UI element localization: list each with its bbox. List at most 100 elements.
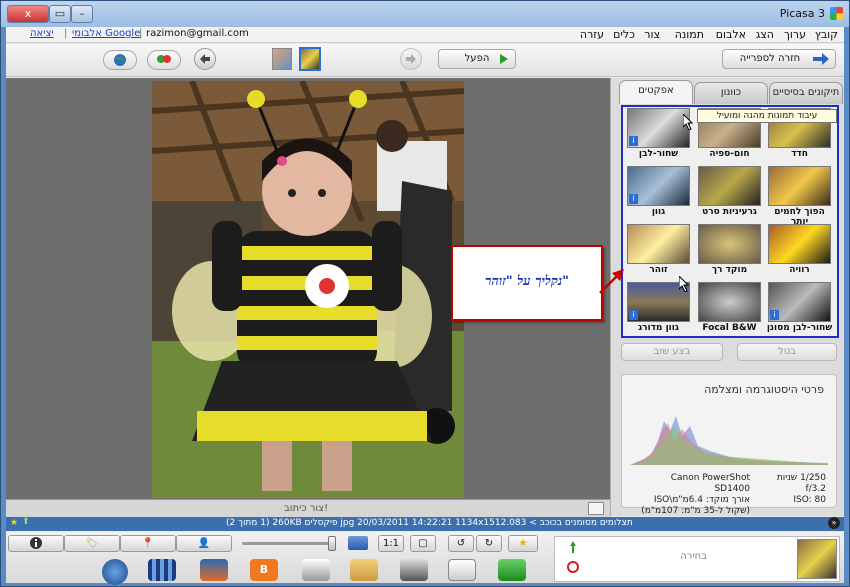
client-area: קובץ ערוך הצג אלבום תמונה צור כלים עזרה … [6, 27, 844, 585]
toolbar: הפעל חזרה לספרייה [6, 44, 844, 77]
thumbnail-size-slider[interactable] [242, 542, 334, 545]
rotate-right-button[interactable]: ↻ [476, 535, 502, 552]
menu-help[interactable]: עזרה [580, 28, 604, 41]
close-window-button[interactable]: x [7, 5, 49, 23]
tab-effects[interactable]: אפקטים [619, 80, 693, 104]
clear-icon[interactable] [567, 561, 579, 573]
upload-icon[interactable] [498, 559, 526, 581]
back-to-library-label: חזרה לספרייה [739, 53, 801, 64]
effect-filtered-bw[interactable]: i שחור-לבן מסונן [766, 281, 833, 337]
back-to-library-button[interactable]: חזרה לספרייה [722, 49, 836, 69]
movie-icon[interactable] [148, 559, 176, 581]
filmstrip-thumb-1[interactable] [272, 48, 292, 70]
person-icon: 👤 [197, 538, 211, 549]
caption-placeholder[interactable]: צור כיתוב! [284, 503, 328, 514]
caption-toggle-button[interactable] [588, 502, 604, 515]
web-albums-link[interactable]: אלבומי Google [72, 28, 140, 39]
callout-arrow-icon [599, 269, 624, 294]
tab-basic-fixes[interactable]: תיקונים בסיסיים [769, 82, 843, 104]
tab-tuning[interactable]: כוונון [694, 82, 768, 104]
maximize-window-button[interactable]: ▭ [49, 5, 71, 23]
folder-icon[interactable] [350, 559, 378, 581]
menu-file[interactable]: קובץ [815, 28, 838, 41]
effect-focal-bw[interactable]: Focal B&W [696, 281, 763, 337]
effect-soft-focus[interactable]: מוקד רך [696, 223, 763, 279]
effects-grid: חדד חום-ספיה i שחור-לבן הפוך לחמים יותר ג… [621, 105, 839, 338]
undo-button[interactable]: בטל [737, 343, 837, 361]
effect-film-grain[interactable]: גרעיניות סרט [696, 165, 763, 221]
exif-right: 1/250 שניות f/3.2 ISO: 80 [762, 473, 826, 506]
mouse-cursor-icon [683, 114, 694, 130]
fit-button[interactable]: ▢ [410, 535, 436, 552]
effect-black-white[interactable]: i שחור-לבן [625, 107, 692, 163]
focal-equivalent: (שקול ל-35 מ"מ: 107מ"מ) [641, 506, 750, 516]
caption-bar[interactable]: צור כיתוב! [6, 499, 610, 517]
selection-label: בחירה [680, 551, 707, 562]
google-earth-icon[interactable] [102, 559, 128, 585]
selected-photo-thumb[interactable] [797, 539, 837, 579]
upload-icon: ⬆ [22, 517, 30, 527]
callout-text: נקליך על "זוהר" [485, 274, 569, 289]
geotag-button[interactable]: 📍 [120, 535, 176, 552]
histogram-chart [630, 416, 828, 465]
menu-create[interactable]: צור [644, 28, 660, 41]
play-slideshow-button[interactable]: הפעל [438, 49, 516, 69]
photo-tray: 🏷 📍 👤 1:1 ▢ ↺ ↻ ★ B בחירה [6, 532, 844, 585]
edit-panel: תיקונים בסיסיים כוונון אפקטים חדד חום-ספ… [610, 78, 844, 516]
collage-icon[interactable] [200, 559, 228, 581]
blogger-icon[interactable]: B [250, 559, 278, 581]
info-badge-icon: i [629, 310, 638, 320]
menu-album[interactable]: אלבום [716, 28, 746, 41]
globe-button[interactable] [103, 50, 137, 70]
effect-glow[interactable]: זוהר [625, 223, 692, 279]
slider-handle[interactable] [328, 536, 336, 551]
filmstrip-thumb-2-selected[interactable] [299, 47, 321, 71]
photo-frame-icon[interactable] [302, 559, 330, 581]
tag-button[interactable]: 🏷 [64, 535, 120, 552]
tag-icon: 🏷 [85, 538, 99, 549]
effect-saturation[interactable]: רוויה [766, 223, 833, 279]
tutorial-callout: נקליך על "זוהר" [451, 245, 603, 321]
exif-left: Canon PowerShot SD1400 אורך מוקד: 6.4מ"מ… [640, 473, 750, 517]
info-badge-icon: i [770, 310, 779, 320]
minimize-window-button[interactable]: – [71, 5, 93, 23]
rotate-right-icon: ↻ [484, 538, 494, 549]
people-icon [157, 55, 171, 63]
info-icon [30, 537, 42, 549]
map-pin-icon: 📍 [141, 538, 155, 549]
menu-tools[interactable]: כלים [613, 28, 635, 41]
star-button[interactable]: ★ [508, 535, 538, 552]
effects-tooltip: עיבוד תמונות מהנה ומועיל [697, 109, 837, 123]
mouse-cursor-icon [679, 276, 690, 292]
menu-bar: קובץ ערוך הצג אלבום תמונה צור כלים עזרה … [6, 27, 844, 43]
exit-link[interactable]: יציאה [30, 28, 54, 39]
effect-warmify[interactable]: הפוך לחמים יותר [766, 165, 833, 227]
histogram-panel: פרטי היסטוגרמה ומצלמה Canon PowerShot SD… [621, 374, 837, 516]
print-icon[interactable] [400, 559, 428, 581]
main-photo[interactable] [152, 81, 464, 498]
email-icon[interactable] [448, 559, 476, 581]
menu-edit[interactable]: ערוך [784, 28, 806, 41]
share-button[interactable] [147, 50, 181, 70]
pin-icon[interactable] [567, 541, 579, 553]
people-button[interactable]: 👤 [176, 535, 232, 552]
rotate-left-icon: ↺ [456, 538, 466, 549]
exposure-time: 1/250 שניות [776, 473, 826, 483]
previous-photo-button[interactable] [194, 48, 216, 70]
account-email: razimon@gmail.com [146, 28, 249, 39]
menu-view[interactable]: הצג [756, 28, 774, 41]
focal-length: אורך מוקד: 6.4מ"מ\ISO [653, 495, 750, 505]
menu-image[interactable]: תמונה [675, 28, 704, 41]
next-photo-button[interactable] [400, 48, 422, 70]
redo-button[interactable]: בצע שוב [621, 343, 723, 361]
histogram-title: פרטי היסטוגרמה ומצלמה [704, 383, 824, 396]
actual-size-button[interactable]: 1:1 [378, 535, 404, 552]
effect-tint[interactable]: i גוון [625, 165, 692, 221]
rotate-left-button[interactable]: ↺ [448, 535, 474, 552]
info-button[interactable] [8, 535, 64, 552]
arrow-right-icon [406, 54, 416, 64]
expand-icon[interactable]: » [828, 517, 840, 529]
picture-icon[interactable] [348, 536, 368, 550]
title-bar: x ▭ – Picasa 3 [1, 1, 849, 27]
picasa-logo-icon [830, 7, 843, 20]
